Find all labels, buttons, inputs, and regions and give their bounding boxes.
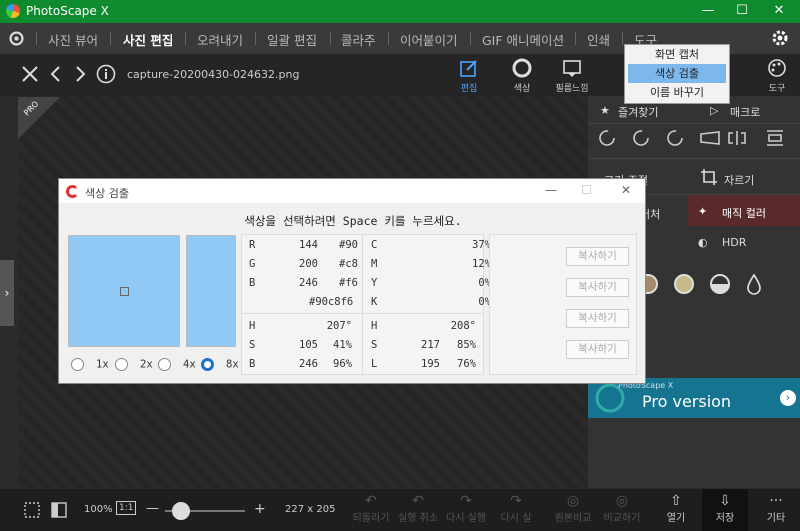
redo-button[interactable]: ↷ 다시 실행 [446,493,486,524]
palette-icon [768,59,786,77]
tool-film[interactable]: 필름느낌 [552,58,592,94]
dialog-title: 색상 검출 [85,187,129,200]
menu-item-screen-capture[interactable]: 화면 캡처 [625,45,729,64]
tool-edit[interactable]: 편집 [449,58,489,94]
app-menu-icon[interactable] [8,30,25,47]
compare-button[interactable]: ◎ 비교하기 [600,493,644,524]
tools-dropdown-menu: 화면 캡처 색상 검출 이름 바꾸기 [624,44,730,104]
favorites-label[interactable]: 즐겨찾기 [618,104,658,120]
selection-icon[interactable] [23,501,41,519]
crop-label[interactable]: 자르기 [724,172,754,188]
edit-icon [460,60,477,77]
close-button[interactable]: ✕ [762,0,796,23]
zoom-preview [68,235,180,347]
pro-badge-icon: PRO [18,97,60,139]
previous-icon[interactable] [46,64,66,84]
dialog-minimize-button[interactable]: — [545,183,557,197]
zoom-in-button[interactable]: + [254,501,266,517]
tab-batch-edit[interactable]: 일괄 편집 [267,30,317,49]
macro-label[interactable]: 매크로 [730,104,760,120]
bottom-bar: 100% 1:1 — + 227 x 205 ↶ 되돌리기 ↶ 실행 취소 ↷ 다시 … [0,489,800,531]
color-picker-dialog: 색상 검출 — ☐ ✕ 색상을 선택하려면 Space 키를 누르세요. R 14… [58,178,646,384]
copy-rgb-button[interactable]: 복사하기 [566,247,629,266]
copy-hex-button[interactable]: 복사하기 [566,278,629,297]
zoom-slider-handle[interactable] [172,502,190,520]
tab-photo-edit[interactable]: 사진 편집 [123,30,173,49]
pro-version-banner[interactable]: PhotoScape X Pro version › [588,378,800,418]
fit-view-icon[interactable] [50,501,68,519]
tab-cut-out[interactable]: 오려내기 [197,30,243,49]
next-icon[interactable] [70,64,90,84]
film-icon [563,60,581,77]
instruction-text: 색상을 선택하려면 Space 키를 누르세요. [244,214,462,228]
file-name: capture-20200430-024632.png [127,68,300,81]
info-icon[interactable] [96,64,116,84]
menu-item-color-picker[interactable]: 색상 검출 [628,64,726,83]
magic-color-label: 매직 컬러 [722,207,766,220]
settings-gear-icon[interactable] [770,28,790,48]
copy-hsb-button[interactable]: 복사하기 [566,309,629,328]
tool-more[interactable]: 도구 [757,58,797,94]
filter-preset-icons[interactable] [636,272,786,296]
dialog-maximize-button[interactable]: ☐ [581,183,592,197]
pro-arrow-icon: › [780,390,796,406]
magic-wand-icon: ✦ [698,205,708,218]
color-icon [512,58,532,78]
zoom-out-button[interactable]: — [146,501,159,516]
undo-button[interactable]: ↶ 실행 취소 [398,493,438,524]
macro-play-icon[interactable]: ▷ [710,104,718,117]
tab-combine[interactable]: 이어붙이기 [400,30,458,49]
zoom-level: 100% [84,504,113,515]
save-button[interactable]: ⇩ 저장 [702,489,748,531]
minimize-button[interactable]: — [691,0,725,23]
left-panel-toggle[interactable]: › [0,260,14,326]
tab-print[interactable]: 인쇄 [587,30,610,49]
open-button[interactable]: ⇧ 열기 [656,493,696,524]
zoom-4x-radio[interactable]: 4x [158,358,196,371]
color-swatch [186,235,236,347]
actual-size-button[interactable]: 1:1 [116,501,137,515]
pro-big-text: Pro version [642,392,732,411]
window-title: PhotoScape X [26,4,109,18]
zoom-8x-radio[interactable]: 8x [201,358,239,371]
menu-item-rename[interactable]: 이름 바꾸기 [625,83,729,102]
crop-icon [701,169,717,185]
maximize-button[interactable]: ☐ [725,0,759,23]
preview-cursor [120,287,129,296]
title-bar: PhotoScape X — ☐ ✕ [0,0,800,23]
tool-color[interactable]: 색상 [502,58,542,94]
redo-all-button[interactable]: ↷ 다시 실 [498,493,534,524]
tab-photo-viewer[interactable]: 사진 뷰어 [48,30,98,49]
dialog-close-button[interactable]: ✕ [621,183,631,197]
undo-all-button[interactable]: ↶ 되돌리기 [351,493,391,524]
hdr-icon: ◐ [698,236,708,249]
more-button[interactable]: ··· 기타 [756,493,796,524]
image-size: 227 x 205 [285,504,336,515]
zoom-1x-radio[interactable]: 1x [71,358,109,371]
dialog-header: 색상 검출 — ☐ ✕ [59,179,645,203]
tab-collage[interactable]: 콜라주 [341,30,376,49]
favorites-star-icon[interactable]: ★ [600,104,610,117]
close-icon[interactable] [20,64,40,84]
rotate-flip-icons[interactable] [597,128,793,148]
compare-original-button[interactable]: ◎ 원본비교 [551,493,595,524]
hdr-label[interactable]: HDR [722,236,746,249]
copy-hsl-button[interactable]: 복사하기 [566,340,629,359]
dialog-logo-icon [66,185,79,198]
zoom-2x-radio[interactable]: 2x [115,358,153,371]
tab-gif[interactable]: GIF 애니메이션 [482,30,564,49]
app-logo-icon [6,4,20,18]
